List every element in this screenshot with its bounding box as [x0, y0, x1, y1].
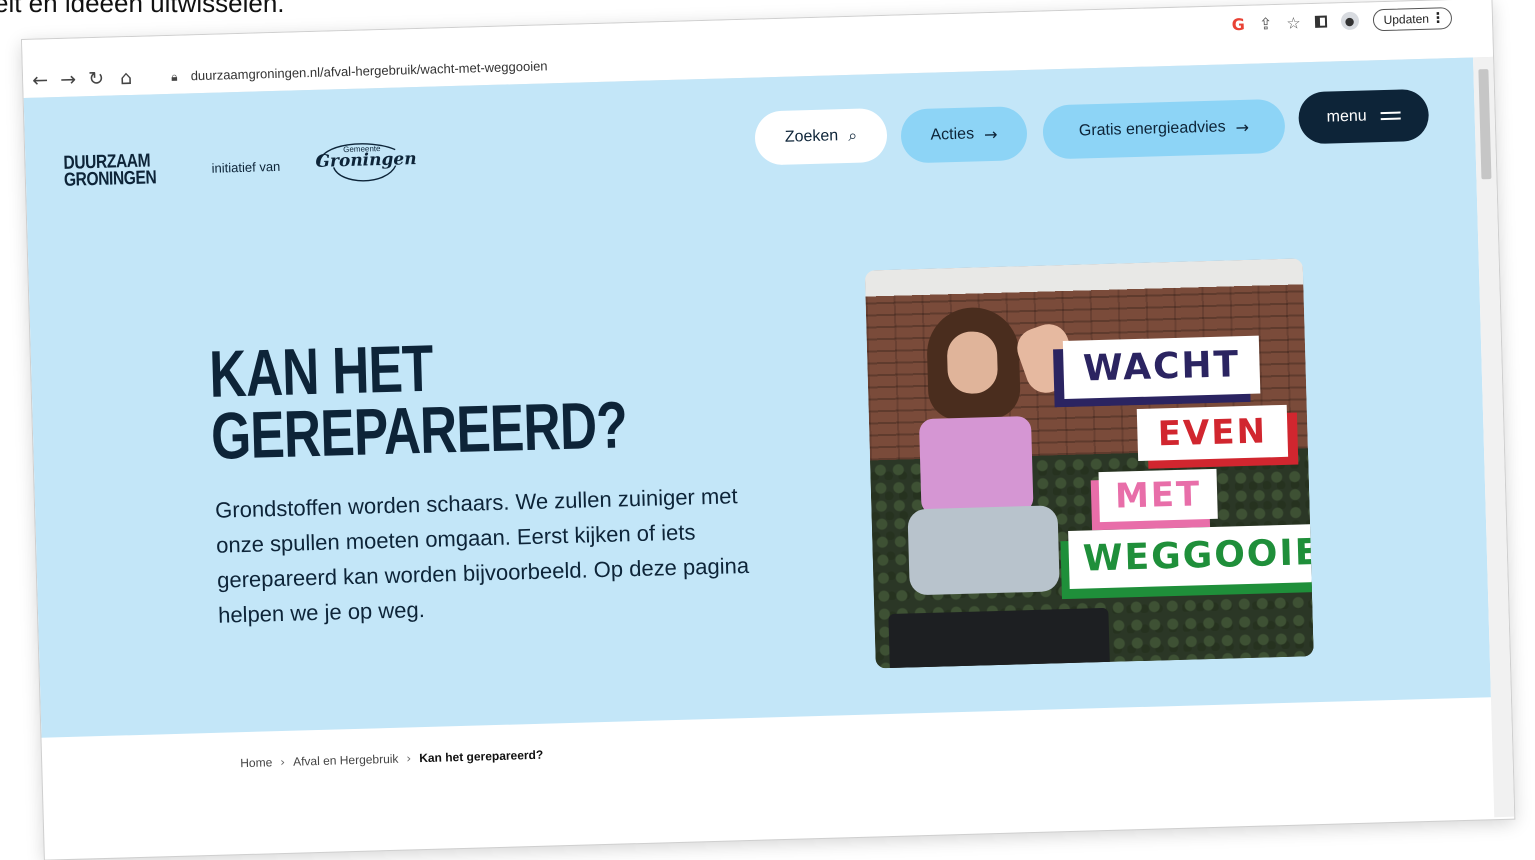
reload-icon[interactable]: ↻	[85, 68, 108, 91]
hero-image: WACHT EVEN MET WEGGOOIEN	[864, 258, 1314, 669]
arrow-right-icon: →	[1235, 117, 1250, 137]
menu-button-label: menu	[1326, 107, 1367, 126]
site-logo[interactable]: DUURZAAM GRONINGEN	[63, 150, 157, 191]
breadcrumb-section[interactable]: Afval en Hergebruik	[293, 752, 399, 769]
image-text-line-2: EVEN	[1136, 404, 1289, 461]
caption-text: eit en ideeën uitwisselen.	[0, 0, 285, 18]
page-title: KAN HET GEREPAREERD?	[208, 331, 628, 473]
share-icon[interactable]: ⇪	[1259, 14, 1273, 33]
image-text-line-3: MET	[1098, 468, 1218, 523]
energy-advice-label: Gratis energieadvies	[1078, 118, 1226, 140]
browser-window: ← → ↻ ⌂ 🔒︎ duurzaamgroningen.nl/afval-he…	[22, 0, 1515, 860]
breadcrumb: Home › Afval en Hergebruik › Kan het ger…	[240, 748, 543, 770]
title-line-2: GEREPAREERD?	[210, 387, 628, 473]
chevron-right-icon: ›	[280, 754, 286, 770]
side-panel-icon[interactable]	[1314, 15, 1327, 28]
search-button[interactable]: Zoeken ⌕	[754, 107, 888, 166]
update-button-label: Updaten	[1383, 11, 1430, 27]
energy-advice-button[interactable]: Gratis energieadvies →	[1042, 98, 1286, 160]
back-arrow-icon[interactable]: ←	[29, 69, 52, 92]
profile-avatar-icon[interactable]: ●	[1340, 11, 1359, 31]
chevron-right-icon: ›	[406, 751, 412, 766]
actions-button-label: Acties	[930, 125, 975, 144]
breadcrumb-current: Kan het gerepareerd?	[419, 747, 544, 766]
search-icon: ⌕	[847, 125, 858, 145]
more-options-icon[interactable]: ⋮	[1431, 9, 1445, 26]
image-text-line-1: WACHT	[1062, 335, 1261, 400]
page-content: DUURZAAM GRONINGEN initiatief van Gemeen…	[23, 57, 1491, 738]
person-figure	[902, 305, 1083, 609]
image-text-line-4: WEGGOOIEN	[1068, 523, 1314, 589]
update-button[interactable]: Updaten ⋮	[1372, 7, 1453, 32]
municipality-name: Groningen	[315, 149, 417, 172]
breadcrumb-home[interactable]: Home	[240, 755, 272, 770]
url-text: duurzaamgroningen.nl/afval-hergebruik/wa…	[190, 58, 548, 84]
browser-actions: G ⇪ ☆ ● Updaten ⋮	[1231, 2, 1453, 40]
home-icon[interactable]: ⌂	[115, 67, 138, 90]
menu-icon	[1380, 108, 1401, 125]
scrollbar-thumb[interactable]	[1478, 69, 1492, 180]
actions-button[interactable]: Acties →	[900, 105, 1028, 164]
menu-button[interactable]: menu	[1297, 88, 1430, 145]
waste-bin	[888, 607, 1110, 669]
initiative-text: initiatief van	[211, 158, 281, 176]
logo-line-2: GRONINGEN	[63, 167, 157, 191]
search-button-label: Zoeken	[784, 127, 839, 146]
municipality-logo[interactable]: Gemeente Groningen	[309, 135, 417, 190]
arrow-right-icon: →	[983, 124, 998, 144]
forward-arrow-icon[interactable]: →	[57, 68, 80, 91]
bookmark-star-icon[interactable]: ☆	[1286, 13, 1301, 32]
intro-text: Grondstoffen worden schaars. We zullen z…	[214, 483, 750, 628]
google-icon[interactable]: G	[1232, 14, 1246, 33]
lock-icon: 🔒︎	[170, 69, 178, 84]
